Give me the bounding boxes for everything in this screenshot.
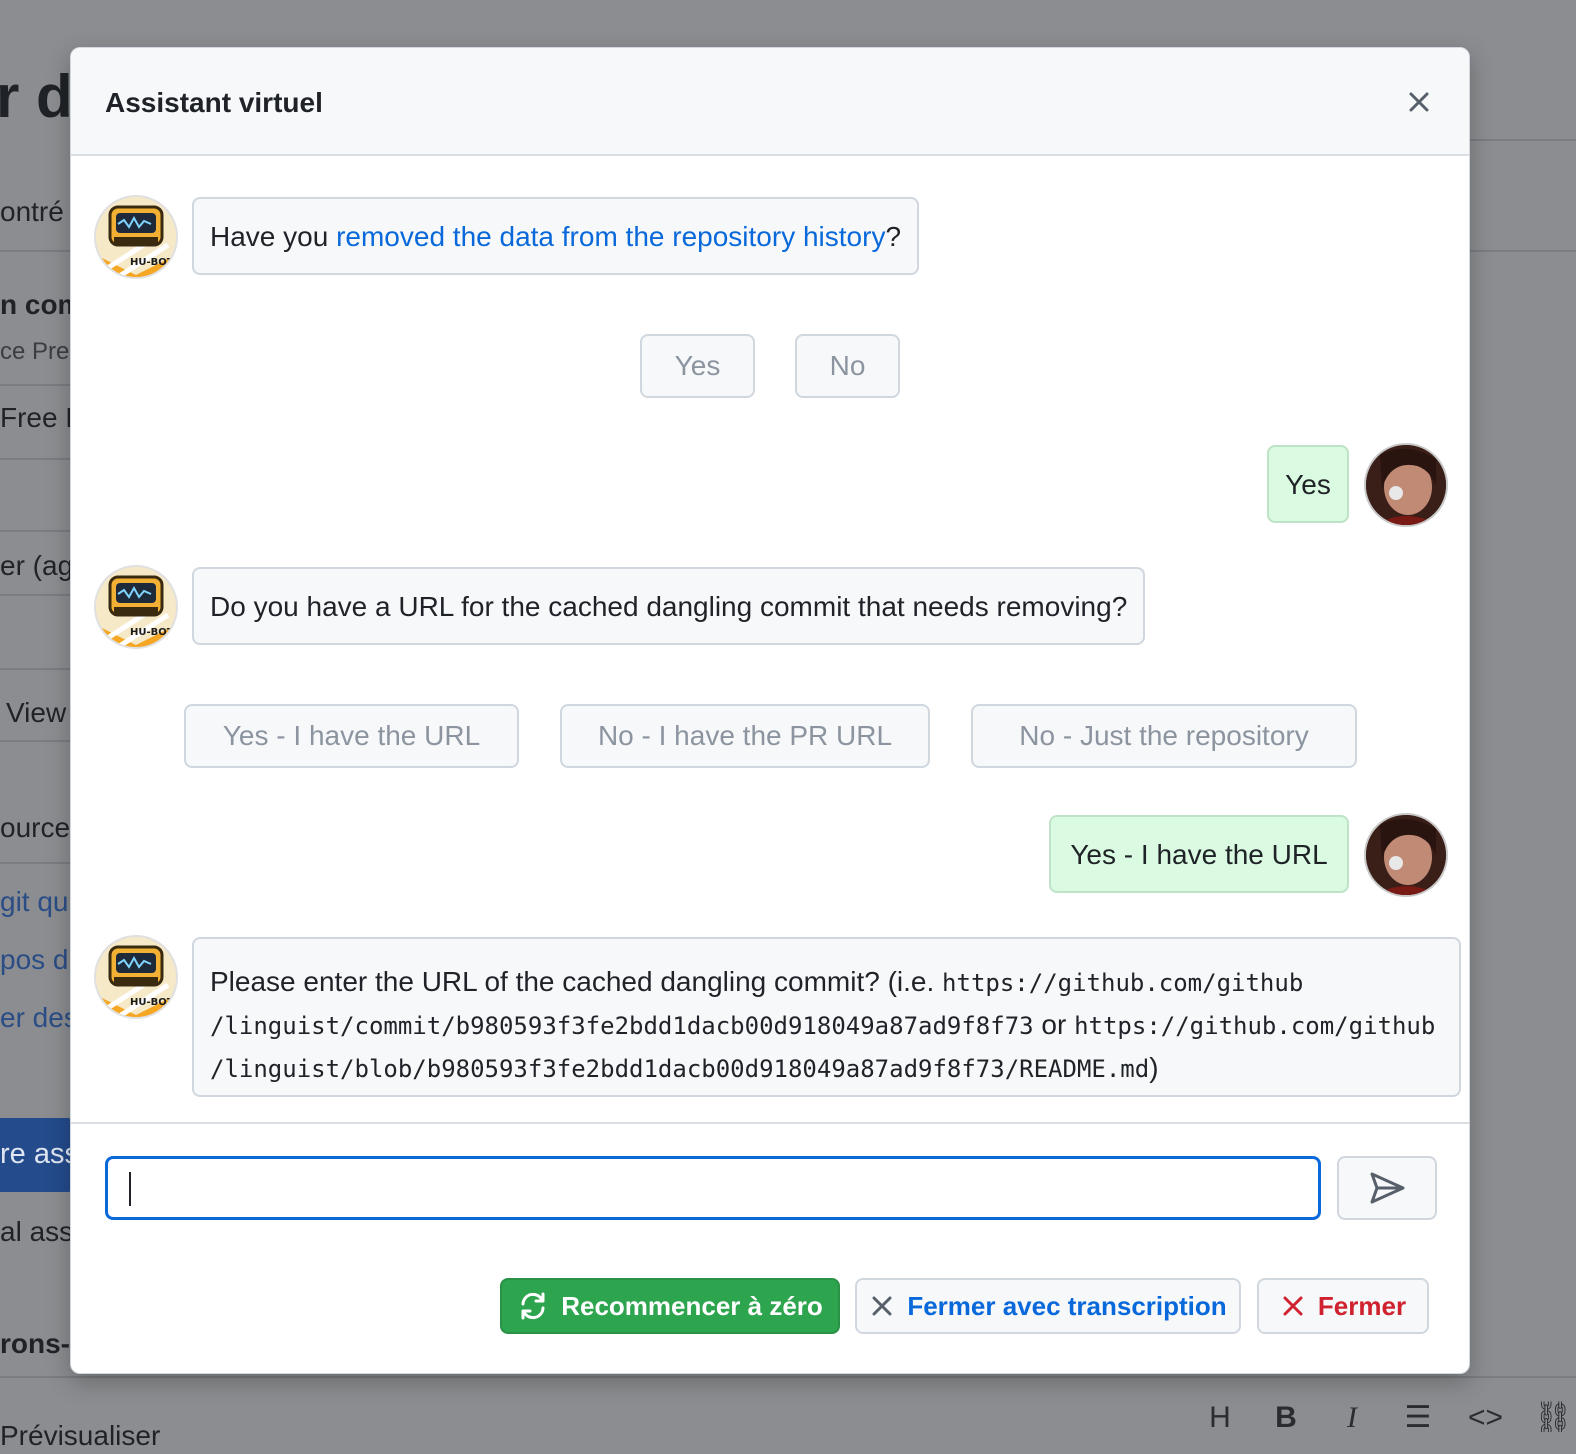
x-icon	[872, 1296, 892, 1316]
user-message: Yes - I have the URL	[1049, 815, 1349, 893]
bot-message-line: /linguist/blob/b980593f3fe2bdd1dacb00d91…	[210, 1047, 1443, 1090]
bot-message-text: or	[1033, 1009, 1075, 1040]
close-label: Fermer	[1317, 1290, 1407, 1321]
bot-message-text: Have you	[210, 221, 337, 252]
svg-text:HU-BOT: HU-BOT	[130, 997, 174, 1008]
user-avatar	[1364, 443, 1448, 527]
bot-avatar: HU-BOT	[94, 195, 178, 279]
close-with-transcript-label: Fermer avec transcription	[907, 1290, 1227, 1321]
close-icon	[1409, 92, 1429, 112]
bg-divider	[0, 594, 70, 596]
bg-divider	[0, 530, 70, 532]
user-message: Yes	[1267, 445, 1349, 523]
bg-text: View	[6, 697, 67, 728]
virtual-assistant-dialog: Assistant virtuel HU-BOT Have you remove…	[70, 47, 1470, 1374]
robot-icon: HU-BOT	[96, 945, 176, 1017]
bg-button: re ass	[0, 1118, 72, 1192]
user-photo-icon	[1366, 445, 1446, 525]
bg-divider	[0, 740, 70, 742]
bg-text: ce Prer	[0, 338, 78, 365]
send-button[interactable]	[1337, 1156, 1437, 1220]
bot-message-text: Please enter the URL of the cached dangl…	[210, 966, 943, 997]
close-with-transcript-button[interactable]: Fermer avec transcription	[855, 1278, 1241, 1334]
bold-icon: B	[1275, 1400, 1297, 1434]
bot-message-line: /linguist/commit/b980593f3fe2bdd1dacb00d…	[210, 1004, 1443, 1047]
send-icon	[1370, 1172, 1405, 1204]
sync-icon	[521, 1292, 545, 1320]
dialog-title: Assistant virtuel	[105, 87, 323, 118]
bg-divider	[0, 862, 70, 864]
bot-avatar: HU-BOT	[94, 935, 178, 1019]
bg-link: pos d	[0, 944, 69, 975]
option-have-pr-url-button[interactable]: No - I have the PR URL	[560, 704, 930, 768]
bg-divider	[0, 1376, 1576, 1378]
robot-icon: HU-BOT	[96, 205, 176, 277]
italic-icon: I	[1347, 1400, 1357, 1434]
code-url: /linguist/blob/b980593f3fe2bdd1dacb00d91…	[210, 1055, 1150, 1083]
code-url: https://github.com/github	[942, 969, 1304, 997]
restart-label: Recommencer à zéro	[561, 1290, 823, 1321]
chat-message-input[interactable]	[105, 1156, 1321, 1220]
bot-message: Do you have a URL for the cached danglin…	[192, 567, 1146, 645]
bot-message: Have you removed the data from the repos…	[192, 197, 920, 275]
option-yes-button[interactable]: Yes	[640, 334, 755, 398]
bg-preview-tab: Prévisualiser	[0, 1420, 161, 1451]
bot-avatar: HU-BOT	[94, 565, 178, 649]
bg-divider	[1470, 139, 1576, 141]
dialog-divider	[71, 1122, 1469, 1124]
bg-text: er (ag	[0, 550, 74, 581]
close-dialog-button[interactable]	[1399, 82, 1439, 122]
link-icon: ⛓	[1534, 1401, 1573, 1434]
option-yes-have-url-button[interactable]: Yes - I have the URL	[184, 704, 519, 768]
heading-icon: H	[1209, 1400, 1231, 1434]
bg-divider	[0, 458, 70, 460]
dialog-header: Assistant virtuel	[71, 48, 1469, 156]
bot-message: Please enter the URL of the cached dangl…	[192, 937, 1461, 1097]
bg-link: er des	[0, 1002, 78, 1033]
robot-icon: HU-BOT	[96, 575, 176, 647]
bg-divider	[0, 384, 70, 386]
bg-editor-toolbar: H B I ☰ <> ⛓	[1204, 1400, 1573, 1435]
bg-text: al assi	[0, 1216, 80, 1247]
bg-text: ontré	[0, 196, 64, 227]
bot-message-text: )	[1149, 1052, 1159, 1083]
code-url: /linguist/commit/b980593f3fe2bdd1dacb00d…	[210, 1012, 1034, 1040]
x-icon	[1283, 1296, 1303, 1316]
svg-text:HU-BOT: HU-BOT	[130, 627, 174, 638]
user-photo-icon	[1366, 815, 1446, 895]
repository-history-link[interactable]: removed the data from the repository his…	[336, 221, 885, 252]
bot-message-text: ?	[885, 221, 902, 252]
bg-divider	[0, 668, 70, 670]
bg-link: git qu	[0, 886, 69, 917]
list-icon: ☰	[1404, 1401, 1432, 1434]
restart-button[interactable]: Recommencer à zéro	[500, 1278, 840, 1334]
option-just-repository-button[interactable]: No - Just the repository	[971, 704, 1357, 768]
svg-text:HU-BOT: HU-BOT	[130, 257, 174, 268]
close-button[interactable]: Fermer	[1257, 1278, 1429, 1334]
code-url: https://github.com/github	[1074, 1012, 1436, 1040]
bot-message-line: Please enter the URL of the cached dangl…	[210, 961, 1443, 1004]
text-caret	[129, 1172, 131, 1206]
user-avatar	[1364, 813, 1448, 897]
option-no-button[interactable]: No	[795, 334, 900, 398]
code-icon: <>	[1468, 1400, 1504, 1434]
